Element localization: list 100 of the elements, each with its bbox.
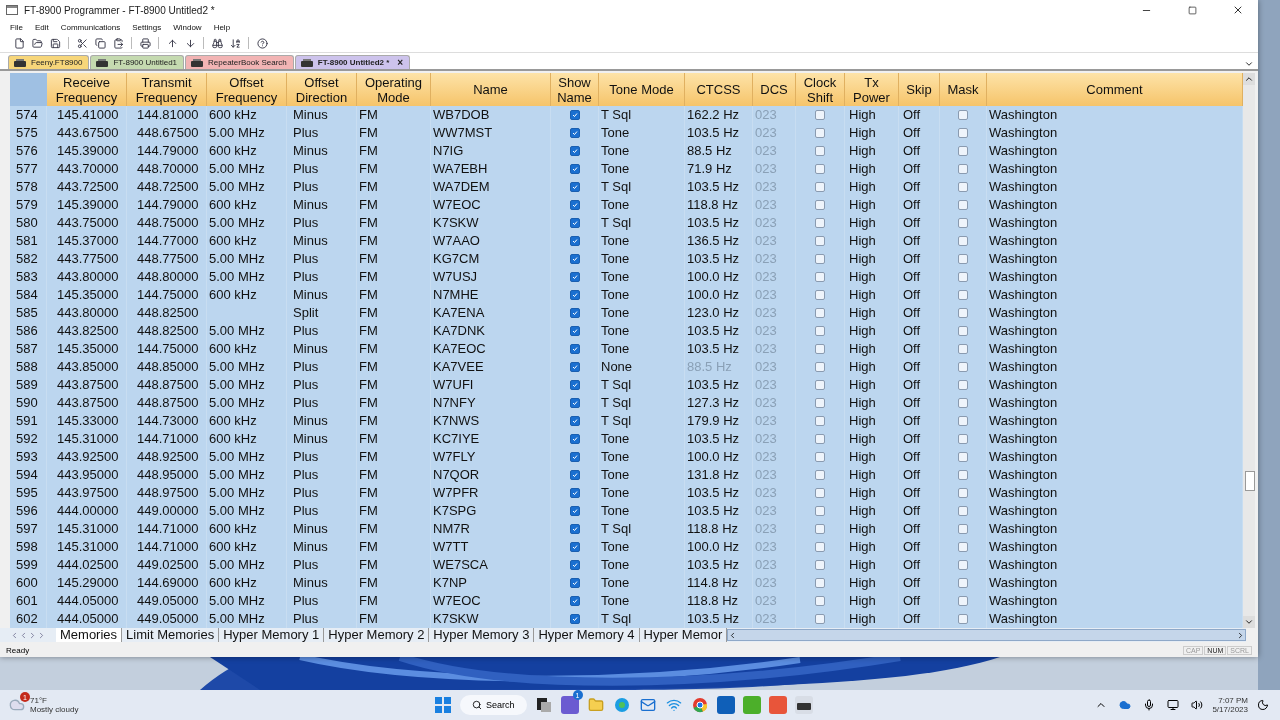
checkbox[interactable] — [569, 398, 580, 408]
column-header[interactable]: Comment — [987, 73, 1243, 106]
mail-icon[interactable] — [638, 696, 657, 714]
checkbox[interactable] — [569, 578, 580, 588]
checkbox[interactable] — [569, 560, 580, 570]
checkbox[interactable] — [569, 488, 580, 498]
checkbox[interactable] — [815, 290, 825, 300]
sheet-tab[interactable]: Hyper Memory 1 — [219, 628, 325, 642]
checkbox[interactable] — [569, 596, 580, 606]
menu-item[interactable]: File — [10, 22, 23, 32]
checkbox[interactable] — [815, 164, 825, 174]
menu-item[interactable]: Settings — [132, 22, 162, 32]
menu-item[interactable]: Window — [173, 22, 202, 32]
folder-icon[interactable] — [30, 36, 44, 50]
checkbox[interactable] — [815, 128, 825, 138]
horizontal-scrollbar[interactable] — [727, 629, 1246, 641]
checkbox[interactable] — [958, 308, 968, 318]
checkbox[interactable] — [815, 344, 825, 354]
checkbox[interactable] — [569, 110, 580, 120]
help-icon[interactable] — [255, 36, 269, 50]
save-icon[interactable] — [48, 36, 62, 50]
checkbox[interactable] — [569, 470, 580, 480]
checkbox[interactable] — [958, 218, 968, 228]
checkbox[interactable] — [815, 578, 825, 588]
copy-icon[interactable] — [93, 36, 107, 50]
document-tab[interactable]: Feeny.FT8900 — [8, 55, 90, 69]
column-header[interactable]: Skip — [899, 73, 940, 106]
checkbox[interactable] — [569, 308, 580, 318]
printer-icon[interactable] — [138, 36, 152, 50]
checkbox[interactable] — [815, 182, 825, 192]
last-sheet-icon[interactable] — [37, 630, 46, 640]
checkbox[interactable] — [815, 110, 825, 120]
checkbox[interactable] — [958, 488, 968, 498]
checkbox[interactable] — [815, 452, 825, 462]
clock-date[interactable]: 5/17/2023 — [1212, 705, 1248, 714]
column-header[interactable]: Operating Mode — [357, 73, 431, 106]
checkbox[interactable] — [569, 434, 580, 444]
checkbox[interactable] — [569, 236, 580, 246]
checkbox[interactable] — [815, 218, 825, 228]
checkbox[interactable] — [958, 578, 968, 588]
checkbox[interactable] — [958, 290, 968, 300]
column-header[interactable]: Tx Power — [845, 73, 899, 106]
checkbox[interactable] — [958, 110, 968, 120]
checkbox[interactable] — [569, 272, 580, 282]
document-tab[interactable]: RepeaterBook Search — [185, 55, 294, 69]
column-header[interactable]: Show Name — [551, 73, 599, 106]
checkbox[interactable] — [958, 236, 968, 246]
checkbox[interactable] — [569, 164, 580, 174]
column-header[interactable]: Receive Frequency — [47, 73, 127, 106]
checkbox[interactable] — [569, 542, 580, 552]
outlook-icon[interactable] — [716, 696, 735, 714]
checkbox[interactable] — [958, 506, 968, 516]
vertical-scrollbar[interactable] — [1243, 73, 1255, 628]
checkbox[interactable] — [569, 218, 580, 228]
new-file-icon[interactable] — [12, 36, 26, 50]
checkbox[interactable] — [569, 182, 580, 192]
column-header[interactable]: Offset Frequency — [207, 73, 287, 106]
first-sheet-icon[interactable] — [10, 630, 19, 640]
checkbox[interactable] — [569, 614, 580, 624]
checkbox[interactable] — [958, 398, 968, 408]
checkbox[interactable] — [958, 416, 968, 426]
checkbox[interactable] — [958, 542, 968, 552]
checkbox[interactable] — [958, 380, 968, 390]
checkbox[interactable] — [815, 488, 825, 498]
recorder-app-icon[interactable] — [742, 696, 761, 714]
checkbox[interactable] — [815, 398, 825, 408]
next-sheet-icon[interactable] — [28, 630, 37, 640]
checkbox[interactable] — [815, 470, 825, 480]
previous-sheet-icon[interactable] — [19, 630, 28, 640]
checkbox[interactable] — [815, 542, 825, 552]
checkbox[interactable] — [815, 560, 825, 570]
clock-time[interactable]: 7:07 PM — [1218, 696, 1248, 705]
checkbox[interactable] — [815, 200, 825, 210]
scroll-right-icon[interactable] — [1236, 630, 1245, 640]
column-header[interactable]: DCS — [753, 73, 796, 106]
checkbox[interactable] — [569, 146, 580, 156]
checkbox[interactable] — [815, 380, 825, 390]
checkbox[interactable] — [958, 200, 968, 210]
checkbox[interactable] — [958, 524, 968, 534]
checkbox[interactable] — [815, 596, 825, 606]
windows-start-icon[interactable] — [434, 696, 452, 714]
column-header[interactable]: Offset Direction — [287, 73, 357, 106]
document-tab[interactable]: FT-8900 Untitled1 — [90, 55, 185, 69]
checkbox[interactable] — [815, 506, 825, 516]
checkbox[interactable] — [569, 380, 580, 390]
sheet-tab[interactable]: Limit Memories — [122, 628, 220, 642]
checkbox[interactable] — [815, 236, 825, 246]
checkbox[interactable] — [958, 452, 968, 462]
checkbox[interactable] — [569, 362, 580, 372]
checkbox[interactable] — [815, 362, 825, 372]
paste-icon[interactable] — [111, 36, 125, 50]
checkbox[interactable] — [569, 254, 580, 264]
checkbox[interactable] — [958, 596, 968, 606]
chrome-icon[interactable] — [690, 696, 709, 714]
column-header[interactable]: CTCSS — [685, 73, 753, 106]
scroll-down-icon[interactable] — [1244, 617, 1254, 627]
checkbox[interactable] — [815, 416, 825, 426]
checkbox[interactable] — [569, 290, 580, 300]
checkbox[interactable] — [569, 344, 580, 354]
sheet-tab[interactable]: Hyper Memory 3 — [429, 628, 535, 642]
